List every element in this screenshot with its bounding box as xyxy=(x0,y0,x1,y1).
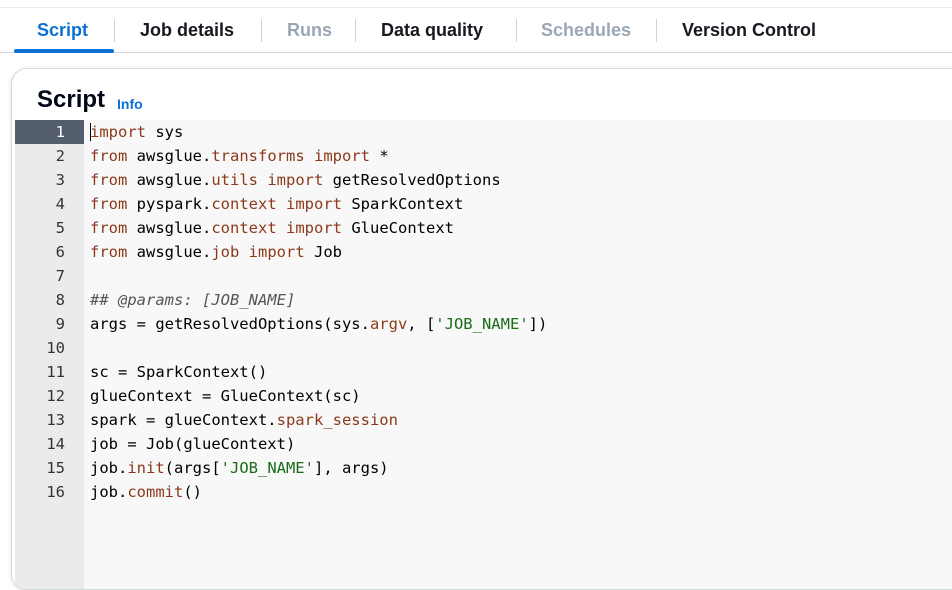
tab-schedules[interactable]: Schedules xyxy=(541,8,631,52)
tab-script[interactable]: Script xyxy=(37,8,88,52)
code-text: args = getResolvedOptions(sys.argv, ['JO… xyxy=(90,315,548,333)
tab-runs[interactable]: Runs xyxy=(287,8,332,52)
code-line[interactable]: 14 job = Job(glueContext) xyxy=(15,432,952,456)
active-tab-indicator xyxy=(14,49,114,53)
code-line[interactable]: 5 from awsglue.context import GlueContext xyxy=(15,216,952,240)
code-line[interactable]: 15 job.init(args['JOB_NAME'], args) xyxy=(15,456,952,480)
code-text: from awsglue.utils import getResolvedOpt… xyxy=(90,171,501,189)
line-number: 1 xyxy=(15,120,84,144)
tab-separator xyxy=(355,19,356,42)
line-number: 7 xyxy=(55,267,65,285)
tab-data-quality[interactable]: Data quality xyxy=(381,8,483,52)
info-link[interactable]: Info xyxy=(117,96,143,112)
tab-job-details[interactable]: Job details xyxy=(140,8,234,52)
code-text: job = Job(glueContext) xyxy=(90,435,296,453)
tab-separator xyxy=(656,19,657,42)
tab-bar: Script Job details Runs Data quality Sch… xyxy=(0,7,952,53)
code-line[interactable]: 7 xyxy=(15,264,952,288)
panel-title: Script xyxy=(37,86,106,113)
line-number: 4 xyxy=(55,195,65,213)
code-line[interactable]: 12 glueContext = GlueContext(sc) xyxy=(15,384,952,408)
code-line[interactable]: 3 from awsglue.utils import getResolvedOp… xyxy=(15,168,952,192)
code-line[interactable]: 4 from pyspark.context import SparkContex… xyxy=(15,192,952,216)
code-text: ## @params: [JOB_NAME] xyxy=(90,291,296,309)
text-cursor xyxy=(90,123,91,141)
line-number: 2 xyxy=(55,147,65,165)
tab-separator xyxy=(261,19,262,42)
line-number: 14 xyxy=(46,435,65,453)
line-number: 12 xyxy=(46,387,65,405)
code-line[interactable]: 9 args = getResolvedOptions(sys.argv, ['J… xyxy=(15,312,952,336)
line-number: 10 xyxy=(46,339,65,357)
line-number: 13 xyxy=(46,411,65,429)
code-line[interactable]: 2 from awsglue.transforms import * xyxy=(15,144,952,168)
code-text: from awsglue.job import Job xyxy=(90,243,342,261)
line-number: 9 xyxy=(55,315,65,333)
line-number: 3 xyxy=(55,171,65,189)
code-text: from awsglue.transforms import * xyxy=(90,147,389,165)
code-line[interactable]: 8 ## @params: [JOB_NAME] xyxy=(15,288,952,312)
code-text: from pyspark.context import SparkContext xyxy=(90,195,464,213)
line-number: 6 xyxy=(55,243,65,261)
tab-separator xyxy=(114,19,115,42)
code-text: job.commit() xyxy=(90,483,202,501)
code-line[interactable]: 6 from awsglue.job import Job xyxy=(15,240,952,264)
code-line[interactable]: 10 xyxy=(15,336,952,360)
code-text: spark = glueContext.spark_session xyxy=(90,411,398,429)
tab-separator xyxy=(516,19,517,42)
code-text: glueContext = GlueContext(sc) xyxy=(90,387,361,405)
code-text: sc = SparkContext() xyxy=(90,363,268,381)
line-number: 8 xyxy=(55,291,65,309)
tab-version-control[interactable]: Version Control xyxy=(682,8,816,52)
code-line[interactable]: 16 job.commit() xyxy=(15,480,952,504)
code-line[interactable]: 13 spark = glueContext.spark_session xyxy=(15,408,952,432)
code-text: import sys xyxy=(90,123,184,141)
line-number: 15 xyxy=(46,459,65,477)
code-text: job.init(args['JOB_NAME'], args) xyxy=(90,459,389,477)
code-line[interactable]: 11 sc = SparkContext() xyxy=(15,360,952,384)
script-panel: Script Info 1 import sys 2 from awsglue.tra… xyxy=(11,68,952,590)
code-editor[interactable]: 1 import sys 2 from awsglue.transforms impo… xyxy=(15,120,952,589)
line-number: 5 xyxy=(55,219,65,237)
code-line[interactable]: 1 import sys xyxy=(15,120,952,144)
line-number: 11 xyxy=(46,363,65,381)
line-number: 16 xyxy=(46,483,65,501)
code-text: from awsglue.context import GlueContext xyxy=(90,219,454,237)
